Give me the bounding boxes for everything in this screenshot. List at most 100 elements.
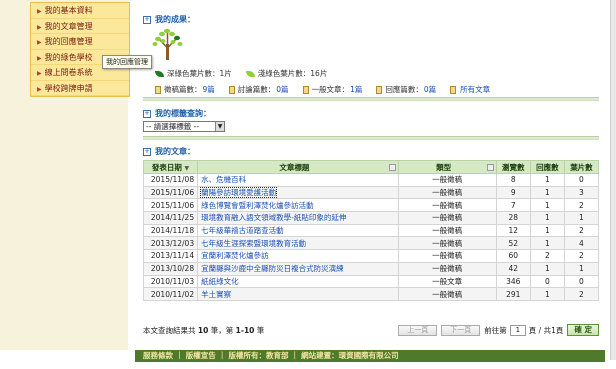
stat-discussions: 討論篇數： 0篇 — [228, 84, 289, 95]
table-header-row: 發表日期 ▼ 文章標題 類型 瀏覽數 回應數 葉片數 — [142, 160, 600, 174]
cell-leaves: 2 — [563, 223, 600, 238]
leaf-summary: 深綠色葉片數：1片 淺綠色葉片數：16片 — [155, 68, 341, 79]
sidebar-item-articles[interactable]: ▶ 我的文章管理 — [31, 19, 129, 34]
article-link[interactable]: 蘭陽參訪環境愛護活動 — [200, 187, 278, 199]
page-number-input[interactable]: 1 — [509, 324, 526, 336]
article-link[interactable]: 七年級生涯探索暨環境教育活動 — [201, 239, 306, 248]
col-views[interactable]: 瀏覽數 — [495, 160, 531, 174]
section-bullet-icon: + — [143, 147, 151, 156]
article-link[interactable]: 紙紙綠文化 — [201, 277, 239, 286]
cell-replies: 1 — [529, 173, 565, 187]
table-row: 2015/11/06 蘭陽參訪環境愛護活動 一般徵稿 9 1 3 — [142, 185, 600, 200]
col-title[interactable]: 文章標題 — [197, 160, 399, 174]
cell-leaves: 3 — [563, 185, 600, 200]
summary-text: 筆，第 — [210, 325, 234, 335]
sidebar-item-label: 我的回應管理 — [44, 37, 93, 46]
stat-label: 徵稿篇數： — [164, 85, 202, 94]
footer-bar: 服務條款 ｜ 版權宣告 ｜ 版權所有：教育部 ｜ 網站建置：環資國際有限公司 — [135, 350, 605, 362]
article-link[interactable]: 宜蘭縣與沙鹿中全縣防災日複合式防災演練 — [201, 264, 344, 273]
article-link[interactable]: 環境教育融入語文領域教學-紙貼印象的延伸 — [201, 213, 346, 222]
light-leaf-text: 淺綠色葉片數：16片 — [257, 69, 328, 78]
sidebar-item-replies[interactable]: ▶ 我的回應管理 — [31, 34, 129, 50]
cell-leaves: 1 — [563, 261, 600, 276]
stat-link[interactable]: 0篇 — [424, 84, 436, 95]
cell-views: 8 — [495, 173, 531, 187]
sidebar-menu: ▶ 我的基本資料 ▶ 我的文章管理 ▶ 我的回應管理 ▶ 我的綠色學校 ▶ 線上問卷系統 … — [30, 2, 130, 97]
tag-query-heading: + 我的標籤查詢： — [143, 108, 211, 119]
goto-label: 前往第 — [484, 325, 507, 335]
article-link[interactable]: 宜蘭利澤焚化爐參訪 — [201, 251, 269, 260]
cell-title: 紙紙綠文化 — [197, 274, 399, 289]
article-link[interactable]: 羊土實察 — [201, 290, 231, 299]
sidebar-item-school-apply[interactable]: ▶ 學校跨牌申請 — [31, 81, 129, 96]
articles-table: 發表日期 ▼ 文章標題 類型 瀏覽數 回應數 葉片數 2015/11/08 水、… — [142, 160, 600, 301]
article-link[interactable]: 綠色博覽會暨利澤焚化爐參訪活動 — [201, 201, 314, 210]
next-page-button[interactable]: 下一頁 — [441, 324, 481, 336]
cell-date: 2010/11/02 — [142, 287, 199, 301]
cell-leaves: 0 — [563, 274, 600, 289]
cell-replies: 2 — [529, 249, 565, 263]
cell-replies: 1 — [529, 198, 565, 213]
stat-label: 討論篇數： — [237, 85, 276, 94]
articles-heading: + 我的文章： — [143, 146, 195, 157]
table-row: 2013/11/14 宜蘭利澤焚化爐參訪 一般徵稿 60 2 2 — [142, 249, 600, 263]
cell-type: 一般徵稿 — [397, 198, 497, 213]
achievements-heading: + 我的成果： — [143, 14, 195, 25]
cell-title: 羊土實察 — [197, 287, 399, 301]
dark-leaf-text: 深綠色葉片數：1片 — [167, 69, 232, 78]
cell-type: 一般徵稿 — [397, 249, 497, 263]
tooltip: 我的回應管理 — [102, 55, 152, 69]
divider — [143, 136, 599, 140]
sidebar-item-label: 學校跨牌申請 — [44, 83, 93, 93]
cell-leaves: 4 — [563, 236, 600, 251]
chevron-down-icon[interactable]: ▼ — [215, 122, 224, 131]
cell-type: 一般徵稿 — [397, 223, 497, 238]
col-label: 回應數 — [536, 162, 559, 172]
document-icon — [155, 85, 161, 94]
stat-link[interactable]: 0篇 — [276, 84, 288, 95]
cell-type: 一般徵稿 — [397, 173, 497, 187]
col-leaves[interactable]: 葉片數 — [563, 160, 600, 174]
col-label: 類型 — [436, 162, 452, 172]
cell-leaves: 2 — [563, 287, 600, 301]
tag-query-title: 我的標籤查詢： — [155, 109, 211, 118]
document-icon — [376, 85, 383, 94]
table-row: 2014/11/25 環境教育融入語文領域教學-紙貼印象的延伸 一般徵稿 28 … — [142, 211, 600, 225]
col-label: 文章標題 — [279, 162, 310, 172]
column-menu-icon[interactable] — [486, 163, 494, 171]
confirm-button[interactable]: 確 定 — [567, 324, 599, 336]
tag-select[interactable]: -- 請選擇標籤 -- ▼ — [143, 121, 225, 132]
cell-date: 2015/11/06 — [142, 185, 199, 200]
cell-date: 2013/11/14 — [142, 249, 199, 263]
col-label: 瀏覽數 — [502, 162, 525, 172]
all-articles-link[interactable]: 所有文章 — [460, 84, 490, 95]
col-type[interactable]: 類型 — [397, 160, 497, 174]
table-row: 2013/10/28 宜蘭縣與沙鹿中全縣防災日複合式防災演練 一般徵稿 42 1… — [142, 261, 600, 276]
cell-date: 2010/11/03 — [142, 274, 199, 289]
col-replies[interactable]: 回應數 — [529, 160, 565, 174]
cell-date: 2013/10/28 — [142, 261, 199, 276]
divider — [143, 97, 599, 101]
cell-views: 52 — [495, 236, 531, 251]
col-date[interactable]: 發表日期 ▼ — [142, 160, 199, 174]
article-link[interactable]: 水、危機百科 — [201, 175, 246, 184]
tree-icon — [152, 28, 183, 60]
sidebar-item-profile[interactable]: ▶ 我的基本資料 — [31, 3, 129, 19]
table-row: 2015/11/06 綠色博覽會暨利澤焚化爐參訪活動 一般徵稿 7 1 2 — [142, 198, 600, 213]
arrow-right-icon: ▶ — [37, 39, 42, 46]
sort-desc-icon[interactable]: ▼ — [185, 165, 190, 172]
cell-views: 28 — [495, 211, 531, 225]
document-icon — [302, 85, 309, 94]
stat-link[interactable]: 9篇 — [203, 84, 215, 95]
stat-link[interactable]: 1篇 — [350, 84, 362, 95]
cell-title: 宜蘭利澤焚化爐參訪 — [197, 249, 399, 263]
cell-date: 2015/11/08 — [142, 173, 199, 187]
table-row: 2014/11/18 七年級華禧古道踏查活動 一般徵稿 12 1 2 — [142, 223, 600, 238]
article-link[interactable]: 七年級華禧古道踏查活動 — [201, 226, 284, 235]
window-scrollbar[interactable] — [610, 0, 616, 360]
arrow-right-icon: ▶ — [37, 8, 42, 15]
prev-page-button[interactable]: 上一頁 — [398, 324, 438, 336]
column-menu-icon[interactable] — [388, 163, 396, 171]
cell-type: 一般徵稿 — [397, 287, 497, 301]
summary-total: 10 — [197, 325, 209, 335]
